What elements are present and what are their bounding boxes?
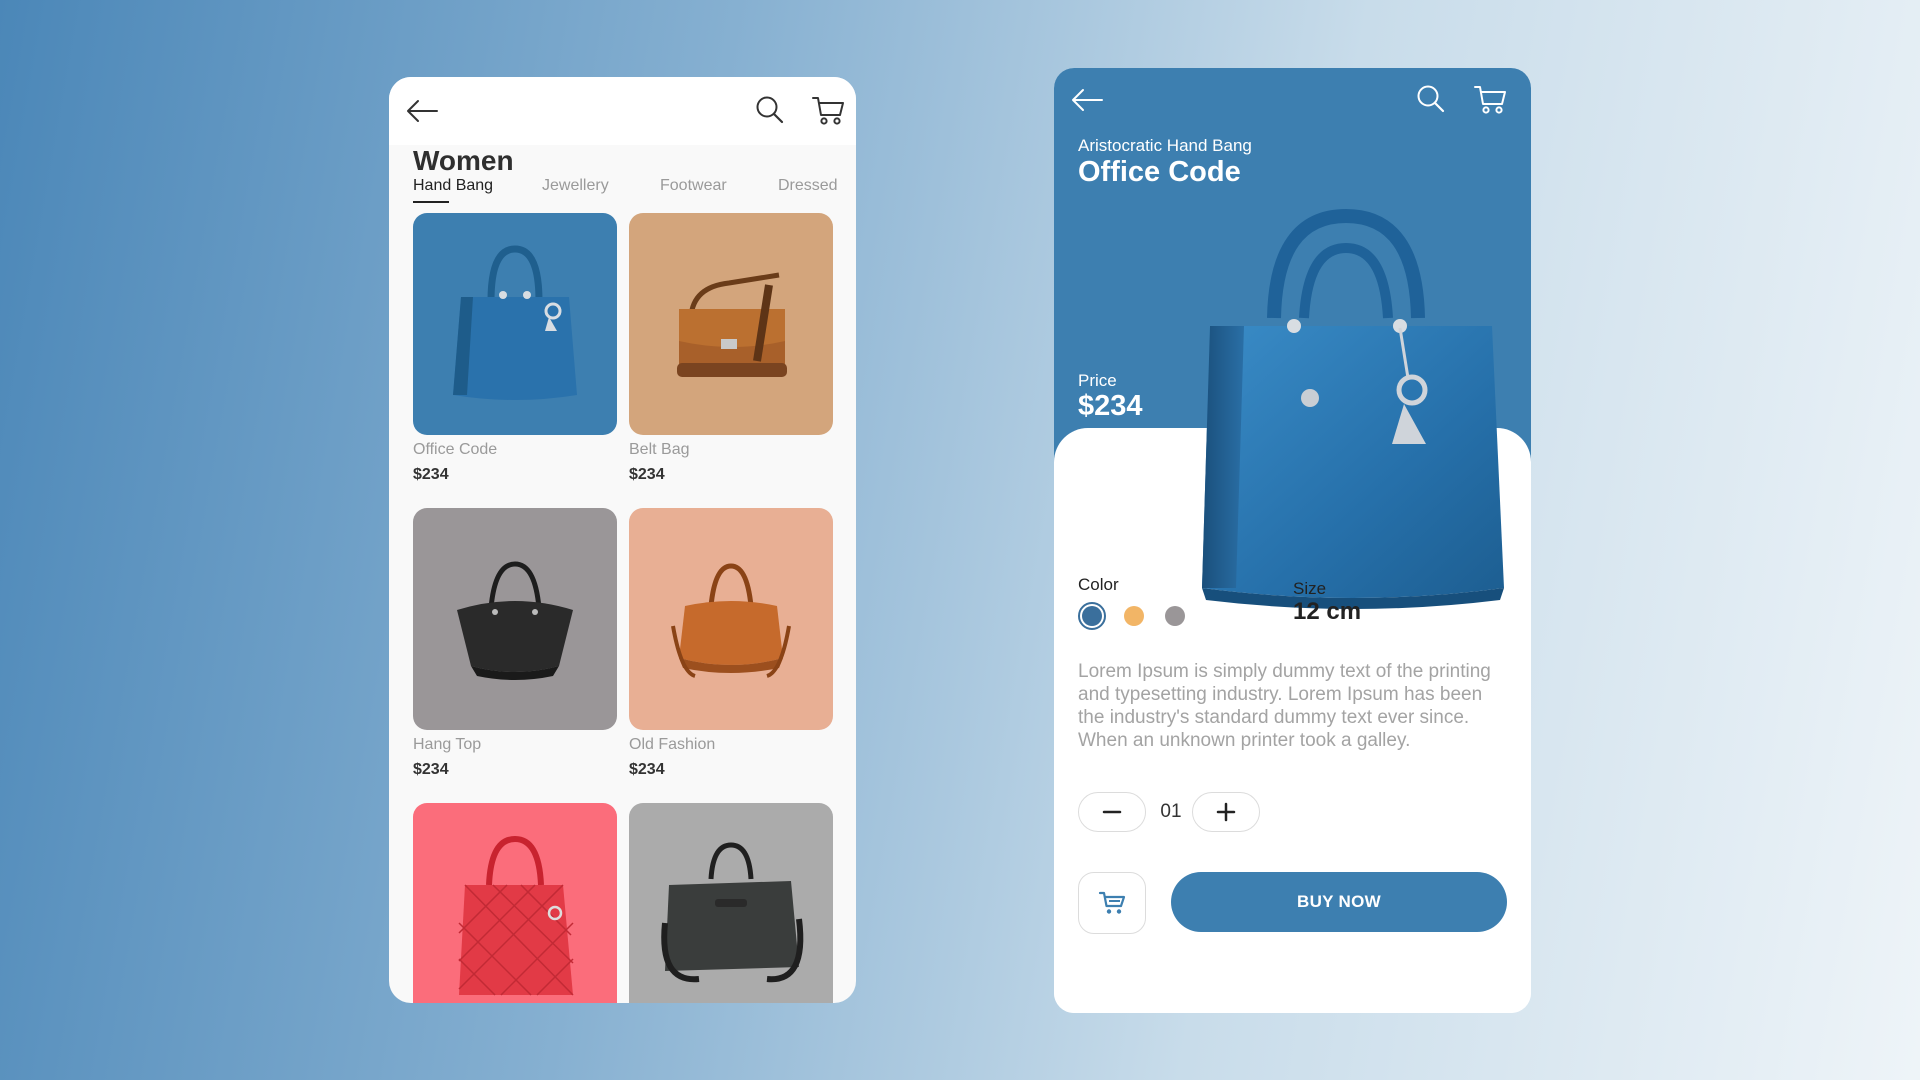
product-price: $234 [629, 466, 665, 483]
color-dot [1082, 606, 1102, 626]
cart-icon [1098, 891, 1126, 914]
product-price: $234 [413, 466, 449, 483]
tab-jewellery[interactable]: Jewellery [542, 177, 609, 195]
increase-quantity-button[interactable] [1192, 792, 1260, 832]
back-arrow-icon[interactable] [405, 99, 439, 123]
product-subtitle: Aristocratic Hand Bang [1078, 136, 1252, 155]
page-title: Women [413, 145, 514, 176]
color-swatch-orange[interactable] [1124, 606, 1144, 626]
quantity-value: 01 [1160, 801, 1182, 822]
product-detail-screen: Aristocratic Hand Bang Office Code Price… [1054, 68, 1531, 1013]
hero-bag-image [1202, 208, 1504, 609]
product-image-dark-bag[interactable] [629, 803, 833, 1003]
product-price: $234 [413, 761, 449, 778]
add-to-cart-button[interactable] [1078, 872, 1146, 934]
active-tab-indicator [413, 201, 449, 203]
buy-now-button[interactable]: BUY NOW [1171, 872, 1507, 932]
product-image-hang-top[interactable] [413, 508, 617, 730]
search-icon[interactable] [1416, 84, 1446, 114]
price-label: Price [1078, 371, 1117, 390]
product-name: Hang Top [413, 736, 482, 753]
minus-icon [1102, 810, 1122, 814]
product-image-red-bag[interactable] [413, 803, 617, 1003]
product-name: Old Fashion [629, 736, 716, 753]
product-name: Belt Bag [629, 441, 690, 458]
product-image-belt-bag[interactable] [629, 213, 833, 435]
decrease-quantity-button[interactable] [1078, 792, 1146, 832]
tab-footwear[interactable]: Footwear [660, 177, 727, 195]
price-value: $234 [1078, 390, 1143, 422]
dark-briefcase-bag-image [661, 842, 804, 983]
color-swatch-blue[interactable] [1078, 602, 1106, 630]
back-arrow-icon[interactable] [1070, 88, 1104, 112]
cart-icon[interactable] [811, 95, 845, 127]
product-image-office-code[interactable] [413, 213, 617, 435]
black-hobo-bag-image [457, 561, 573, 680]
tab-hand-bang[interactable]: Hand Bang [413, 177, 493, 195]
product-description: Lorem Ipsum is simply dummy text of the … [1078, 661, 1491, 751]
top-bar [389, 77, 856, 145]
color-swatch-gray[interactable] [1165, 606, 1185, 626]
category-screen: Women Hand Bang Jewellery Footwear Dress… [389, 77, 856, 1003]
product-image-old-fashion[interactable] [629, 508, 833, 730]
orange-duffel-bag-image [671, 563, 791, 678]
cart-icon[interactable] [1473, 84, 1507, 116]
size-value: 12 cm [1293, 598, 1362, 625]
product-name: Office Code [413, 441, 498, 458]
size-label: Size [1293, 579, 1327, 598]
plus-icon [1216, 802, 1236, 822]
tab-dressed[interactable]: Dressed [778, 177, 838, 195]
brown-messenger-bag-image [677, 272, 787, 377]
color-label: Color [1078, 575, 1119, 594]
red-quilted-bag-image [458, 835, 574, 996]
product-price: $234 [629, 761, 665, 778]
search-icon[interactable] [755, 95, 785, 125]
product-title: Office Code [1078, 156, 1241, 188]
blue-tote-bag-image [453, 245, 577, 400]
